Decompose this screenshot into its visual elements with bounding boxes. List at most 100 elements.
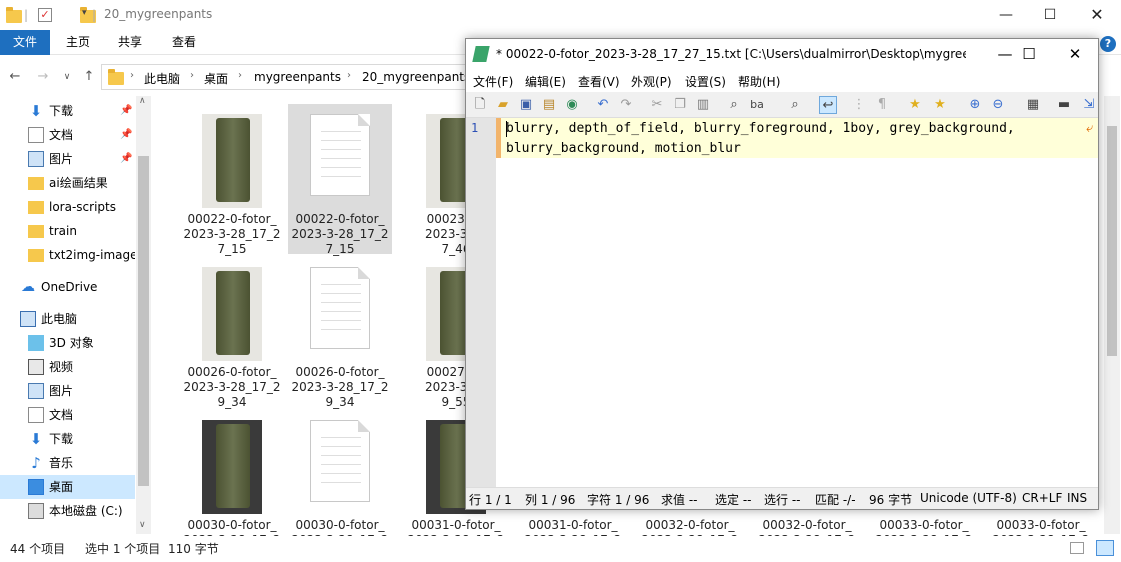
close-button[interactable]: ✕ [1074, 0, 1120, 30]
close-button[interactable]: ✕ [1052, 39, 1098, 70]
breadcrumb-mygreenpants[interactable]: mygreenpants [254, 70, 341, 84]
cut-icon[interactable]: ✂ [648, 96, 666, 114]
forward-arrow-icon[interactable]: → [34, 68, 52, 86]
redo-icon[interactable]: ↷ [617, 96, 635, 114]
open-file-icon[interactable]: ▰ [494, 96, 512, 114]
breadcrumb-desktop[interactable]: 桌面 [204, 70, 228, 87]
breadcrumb-20-mygreenpants[interactable]: 20_mygreenpants [362, 70, 470, 84]
sidebar-item[interactable]: 本地磁盘 (C:) [0, 499, 135, 523]
menu-settings[interactable]: 设置(S) [685, 73, 726, 90]
new-file-icon[interactable]: 🗋 [471, 96, 489, 114]
sidebar-item[interactable]: ai绘画结果 [0, 171, 135, 195]
sidebar-item[interactable]: ⬇ 下载 📌 [0, 99, 135, 123]
whitespace-icon[interactable]: ¶ [873, 96, 891, 114]
add-favorite-icon[interactable]: ★ [931, 96, 949, 114]
copy-icon[interactable]: ❐ [671, 96, 689, 114]
image-file-item[interactable]: 00026-0-fotor_ 2023-3-28_17_2 9_34 [180, 257, 284, 409]
replace-icon[interactable]: ba [748, 96, 766, 114]
nav-scrollbar[interactable]: ∧ ∨ [136, 96, 151, 534]
zoom-out-icon[interactable]: ⊖ [989, 96, 1007, 114]
tab-file[interactable]: 文件 [0, 30, 50, 55]
recent-locations-icon[interactable]: ∨ [58, 68, 76, 86]
zoom-in-icon[interactable]: ⊕ [966, 96, 984, 114]
help-icon[interactable]: ? [1100, 36, 1116, 52]
scroll-thumb[interactable] [1107, 126, 1117, 356]
save-as-icon[interactable]: ▤ [540, 96, 558, 114]
toolbar: 🗋 ▰ ▣ ▤ ◉ ↶ ↷ ✂ ❐ ▥ ⌕ ba ⌕ ↩ ⋮ ¶ ★ ★ ⊕ ⊖… [466, 92, 1098, 118]
sidebar-item[interactable]: train [0, 219, 135, 243]
maximize-button[interactable]: ☐ [1006, 39, 1052, 70]
image-file-item[interactable]: 00022-0-fotor_ 2023-3-28_17_2 7_15 [180, 104, 284, 256]
menu-view[interactable]: 查看(V) [578, 73, 620, 90]
sidebar-item[interactable]: 图片 📌 [0, 147, 135, 171]
favorites-icon[interactable]: ★ [906, 96, 924, 114]
notepad-title: * 00022-0-fotor_2023-3-28_17_27_15.txt [… [496, 47, 966, 61]
status-insert-mode[interactable]: INS [1067, 491, 1087, 505]
editor-text[interactable]: blurry, depth_of_field, blurry_foregroun… [506, 119, 1015, 159]
settings-icon[interactable]: ▦ [1024, 96, 1042, 114]
breadcrumb-separator: › [238, 70, 242, 81]
sidebar-item[interactable]: 此电脑 [0, 307, 135, 331]
save-icon[interactable]: ▣ [517, 96, 535, 114]
minimize-button[interactable]: — [983, 0, 1029, 30]
editor-area[interactable]: 1 blurry, depth_of_field, blurry_foregro… [466, 118, 1098, 487]
maximize-button[interactable]: ☐ [1027, 0, 1073, 30]
indent-guides-icon[interactable]: ⋮ [850, 96, 868, 114]
sidebar-item[interactable]: 桌面 [0, 475, 135, 499]
status-encoding[interactable]: Unicode (UTF-8) [920, 491, 1017, 505]
back-arrow-icon[interactable]: ← [6, 68, 24, 86]
file-name-line: 00022-0-fotor_ [295, 212, 385, 226]
menu-edit[interactable]: 编辑(E) [525, 73, 566, 90]
tab-home[interactable]: 主页 [54, 30, 102, 55]
paste-icon[interactable]: ▥ [694, 96, 712, 114]
undo-icon[interactable]: ↶ [594, 96, 612, 114]
doc-line [321, 284, 361, 285]
notepad-titlebar: * 00022-0-fotor_2023-3-28_17_27_15.txt [… [466, 39, 1098, 70]
image-file-item[interactable]: 00030-0-fotor_2023-3-28_17_2 [180, 410, 284, 536]
file-name-line: 00030-0-fotor_ [187, 518, 277, 532]
sidebar-item[interactable]: lora-scripts [0, 195, 135, 219]
status-selection: 选定 -- [715, 493, 752, 507]
find-icon[interactable]: ⌕ [725, 96, 743, 114]
breadcrumb-this-pc[interactable]: 此电脑 [144, 70, 180, 87]
sidebar-item-label: ai绘画结果 [49, 176, 108, 190]
desktop-icon [28, 479, 44, 495]
scroll-thumb[interactable] [138, 156, 149, 486]
sidebar-item[interactable]: 文档 📌 [0, 123, 135, 147]
address-bar[interactable]: › 此电脑 › 桌面 › mygreenpants › 20_mygreenpa… [101, 64, 471, 90]
tab-share[interactable]: 共享 [106, 30, 154, 55]
sidebar-item[interactable]: ☁ OneDrive [0, 275, 135, 299]
up-arrow-icon[interactable]: ↑ [80, 68, 98, 86]
status-eol[interactable]: CR+LF [1022, 491, 1062, 505]
content-scrollbar[interactable] [1104, 96, 1120, 534]
word-wrap-icon[interactable]: ↩ [819, 96, 837, 114]
text-file-item[interactable]: 00022-0-fotor_ 2023-3-28_17_2 7_15 [288, 104, 392, 256]
properties-icon[interactable]: ✓ [38, 8, 52, 22]
details-view-icon[interactable] [1070, 542, 1084, 554]
goto-icon[interactable]: ⌕ [786, 96, 804, 114]
text-file-item[interactable]: 00030-0-fotor_2023-3-28_17_2 [288, 410, 392, 536]
menu-file[interactable]: 文件(F) [473, 73, 513, 90]
text-file-item[interactable]: 00026-0-fotor_ 2023-3-28_17_2 9_34 [288, 257, 392, 409]
menu-help[interactable]: 帮助(H) [738, 73, 780, 90]
breadcrumb-separator: › [130, 70, 134, 81]
pin-icon[interactable]: ⇲ [1080, 96, 1098, 114]
sidebar-item[interactable]: txt2img-images [0, 243, 135, 267]
screen-icon[interactable]: ▬ [1055, 96, 1073, 114]
revert-icon[interactable]: ◉ [563, 96, 581, 114]
menu-appearance[interactable]: 外观(P) [631, 73, 672, 90]
sidebar-item[interactable]: ⬇ 下载 [0, 427, 135, 451]
scroll-up-icon[interactable]: ∧ [139, 96, 146, 106]
image-thumbnail [202, 420, 262, 514]
tab-view[interactable]: 查看 [160, 30, 208, 55]
file-name: 00033-0-fotor_2023-3-28_17_2 [872, 518, 976, 536]
sidebar-item[interactable]: 视频 [0, 355, 135, 379]
large-icons-view-icon[interactable] [1096, 540, 1114, 556]
scroll-down-icon[interactable]: ∨ [139, 520, 146, 530]
customize-toolbar-icon[interactable]: ▾ [82, 8, 87, 24]
sidebar-item[interactable]: 3D 对象 [0, 331, 135, 355]
sidebar-item[interactable]: ♪ 音乐 [0, 451, 135, 475]
text-line-1: blurry, depth_of_field, blurry_foregroun… [506, 121, 1015, 136]
sidebar-item[interactable]: 图片 [0, 379, 135, 403]
sidebar-item[interactable]: 文档 [0, 403, 135, 427]
